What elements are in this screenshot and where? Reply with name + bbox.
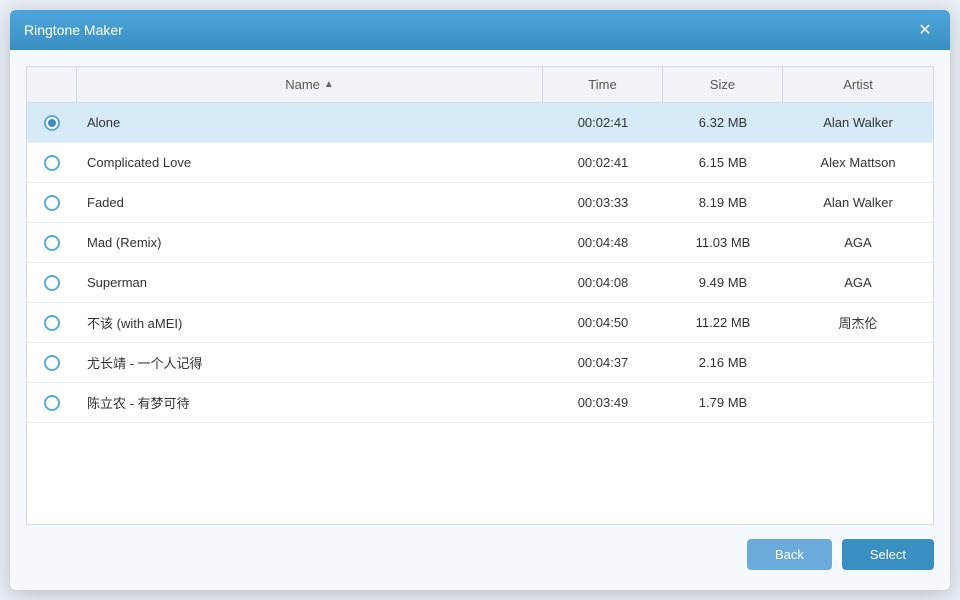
table-row[interactable]: Complicated Love00:02:416.15 MBAlex Matt… xyxy=(27,143,933,183)
radio-cell[interactable] xyxy=(27,267,77,299)
song-time: 00:03:49 xyxy=(543,387,663,418)
song-size: 11.03 MB xyxy=(663,227,783,258)
table-row[interactable]: Faded00:03:338.19 MBAlan Walker xyxy=(27,183,933,223)
radio-button[interactable] xyxy=(44,195,60,211)
radio-cell[interactable] xyxy=(27,187,77,219)
song-artist: Alan Walker xyxy=(783,107,933,138)
song-time: 00:04:50 xyxy=(543,307,663,338)
song-artist xyxy=(783,395,933,411)
song-name: Faded xyxy=(77,187,543,218)
song-artist: Alan Walker xyxy=(783,187,933,218)
col-size: Size xyxy=(663,67,783,102)
back-button[interactable]: Back xyxy=(747,539,832,570)
song-size: 8.19 MB xyxy=(663,187,783,218)
table-header: Name ▲ Time Size Artist xyxy=(27,67,933,103)
song-name: 陈立农 - 有梦可待 xyxy=(77,385,543,420)
song-name: Superman xyxy=(77,267,543,298)
close-button[interactable]: ✕ xyxy=(914,19,936,41)
content-area: Name ▲ Time Size Artist Alone00:02:416.3… xyxy=(10,50,950,590)
radio-cell[interactable] xyxy=(27,387,77,419)
col-name[interactable]: Name ▲ xyxy=(77,67,543,102)
song-size: 9.49 MB xyxy=(663,267,783,298)
song-time: 00:02:41 xyxy=(543,107,663,138)
song-artist: 周杰伦 xyxy=(783,305,933,340)
table-row[interactable]: Alone00:02:416.32 MBAlan Walker xyxy=(27,103,933,143)
col-artist: Artist xyxy=(783,67,933,102)
song-time: 00:03:33 xyxy=(543,187,663,218)
radio-cell[interactable] xyxy=(27,147,77,179)
window-title: Ringtone Maker xyxy=(24,22,123,38)
table-row[interactable]: 尤长靖 - 一个人记得00:04:372.16 MB xyxy=(27,343,933,383)
radio-button[interactable] xyxy=(44,235,60,251)
radio-cell[interactable] xyxy=(27,347,77,379)
song-time: 00:04:37 xyxy=(543,347,663,378)
radio-button[interactable] xyxy=(44,115,60,131)
table-body: Alone00:02:416.32 MBAlan WalkerComplicat… xyxy=(27,103,933,524)
song-name: 尤长靖 - 一个人记得 xyxy=(77,345,543,380)
footer: Back Select xyxy=(26,525,934,574)
title-bar: Ringtone Maker ✕ xyxy=(10,10,950,50)
song-name: Alone xyxy=(77,107,543,138)
col-time: Time xyxy=(543,67,663,102)
song-artist: AGA xyxy=(783,267,933,298)
song-artist: AGA xyxy=(783,227,933,258)
main-window: Ringtone Maker ✕ Name ▲ Time Size Artist… xyxy=(10,10,950,590)
radio-cell[interactable] xyxy=(27,307,77,339)
song-name: Mad (Remix) xyxy=(77,227,543,258)
song-table: Name ▲ Time Size Artist Alone00:02:416.3… xyxy=(26,66,934,525)
song-name: 不该 (with aMEI) xyxy=(77,305,543,340)
song-artist: Alex Mattson xyxy=(783,147,933,178)
radio-cell[interactable] xyxy=(27,227,77,259)
song-size: 11.22 MB xyxy=(663,307,783,338)
song-name: Complicated Love xyxy=(77,147,543,178)
select-button[interactable]: Select xyxy=(842,539,934,570)
radio-button[interactable] xyxy=(44,355,60,371)
radio-button[interactable] xyxy=(44,315,60,331)
song-size: 2.16 MB xyxy=(663,347,783,378)
radio-cell[interactable] xyxy=(27,107,77,139)
table-row[interactable]: Mad (Remix)00:04:4811.03 MBAGA xyxy=(27,223,933,263)
col-radio xyxy=(27,67,77,102)
song-time: 00:02:41 xyxy=(543,147,663,178)
sort-arrow-icon: ▲ xyxy=(324,79,334,90)
table-row[interactable]: Superman00:04:089.49 MBAGA xyxy=(27,263,933,303)
song-size: 6.32 MB xyxy=(663,107,783,138)
radio-button[interactable] xyxy=(44,155,60,171)
song-time: 00:04:48 xyxy=(543,227,663,258)
radio-button[interactable] xyxy=(44,275,60,291)
radio-button[interactable] xyxy=(44,395,60,411)
song-size: 1.79 MB xyxy=(663,387,783,418)
song-artist xyxy=(783,355,933,371)
table-row[interactable]: 陈立农 - 有梦可待00:03:491.79 MB xyxy=(27,383,933,423)
song-time: 00:04:08 xyxy=(543,267,663,298)
table-row[interactable]: 不该 (with aMEI)00:04:5011.22 MB周杰伦 xyxy=(27,303,933,343)
song-size: 6.15 MB xyxy=(663,147,783,178)
